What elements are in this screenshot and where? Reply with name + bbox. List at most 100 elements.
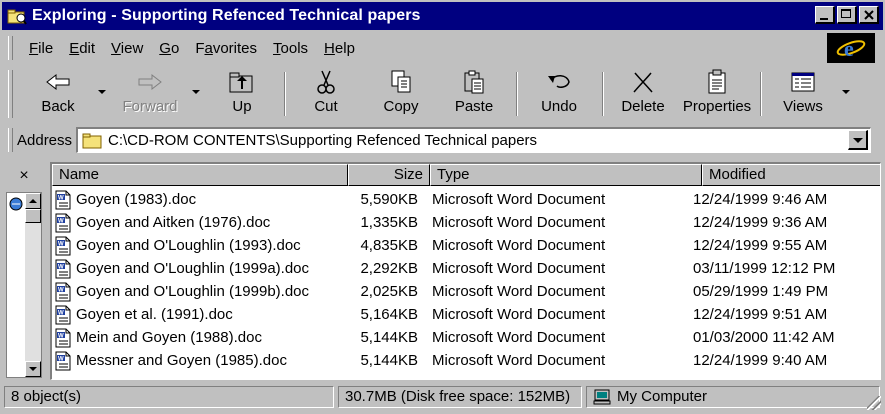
window-title: Exploring - Supporting Refenced Technica… bbox=[32, 7, 421, 24]
title-bar[interactable]: Exploring - Supporting Refenced Technica… bbox=[2, 2, 883, 30]
toolbar-grip[interactable] bbox=[8, 70, 13, 118]
copy-label: Copy bbox=[383, 98, 419, 115]
status-disk-space-text: 30.7MB (Disk free space: 152MB) bbox=[345, 388, 571, 405]
file-name: Goyen and Aitken (1976).doc bbox=[76, 214, 271, 231]
menu-tools[interactable]: Tools bbox=[265, 40, 316, 57]
menu-help[interactable]: Help bbox=[316, 40, 363, 57]
close-button[interactable] bbox=[859, 6, 879, 24]
file-name: Mein and Goyen (1988).doc bbox=[76, 329, 262, 346]
back-dropdown-icon[interactable] bbox=[98, 90, 106, 94]
standard-toolbar: Back Forward Up Cut Copy Paste Undo Dele… bbox=[2, 66, 883, 122]
desktop-icon bbox=[9, 197, 23, 211]
status-location: My Computer bbox=[586, 386, 880, 408]
menu-view[interactable]: View bbox=[103, 40, 151, 57]
address-input[interactable]: C:\CD-ROM CONTENTS\Supporting Refenced T… bbox=[76, 127, 871, 153]
column-header-type[interactable]: Type bbox=[430, 164, 702, 186]
status-location-text: My Computer bbox=[617, 388, 708, 405]
back-button[interactable]: Back bbox=[24, 68, 92, 120]
clipboard-paste-icon bbox=[464, 70, 484, 94]
file-row[interactable]: W Goyen and Aitken (1976).doc 1,335KB Micro… bbox=[52, 211, 880, 234]
views-label: Views bbox=[783, 98, 823, 115]
file-modified: 12/24/1999 9:51 AM bbox=[693, 306, 828, 323]
copy-button[interactable]: Copy bbox=[372, 68, 430, 120]
column-headers: Name Size Type Modified bbox=[52, 164, 880, 186]
maximize-icon bbox=[841, 9, 851, 18]
views-dropdown-icon[interactable] bbox=[842, 90, 850, 94]
maximize-button[interactable] bbox=[837, 6, 857, 24]
svg-text:W: W bbox=[58, 356, 64, 362]
file-row[interactable]: W Goyen (1983).doc 5,590KB Microsoft Word D… bbox=[52, 188, 880, 211]
address-label: Address bbox=[17, 131, 73, 149]
column-header-name[interactable]: Name bbox=[52, 164, 348, 186]
menu-file[interactable]: File bbox=[21, 40, 61, 57]
resize-grip[interactable] bbox=[867, 396, 881, 410]
menu-favorites[interactable]: Favorites bbox=[187, 40, 265, 57]
word-document-icon: W bbox=[55, 282, 71, 301]
address-bar: Address C:\CD-ROM CONTENTS\Supporting Re… bbox=[2, 124, 883, 156]
column-header-modified[interactable]: Modified bbox=[702, 164, 880, 186]
address-value: C:\CD-ROM CONTENTS\Supporting Refenced T… bbox=[108, 132, 538, 149]
cut-button[interactable]: Cut bbox=[298, 68, 354, 120]
svg-text:W: W bbox=[58, 218, 64, 224]
forward-dropdown-icon[interactable] bbox=[192, 90, 200, 94]
views-button[interactable]: Views bbox=[774, 68, 832, 120]
undo-button[interactable]: Undo bbox=[530, 68, 588, 120]
folders-pane-close-button[interactable]: × bbox=[8, 164, 40, 188]
folder-tree[interactable] bbox=[6, 192, 42, 378]
up-button[interactable]: Up bbox=[214, 68, 270, 120]
toolbar-separator bbox=[516, 72, 518, 116]
status-object-count-text: 8 object(s) bbox=[11, 388, 82, 405]
views-list-icon bbox=[791, 72, 815, 92]
file-list[interactable]: Name Size Type Modified W Goyen (1983).do… bbox=[50, 162, 881, 380]
menu-go[interactable]: Go bbox=[151, 40, 187, 57]
file-name: Goyen and O'Loughlin (1999a).doc bbox=[76, 260, 310, 277]
scroll-up-button[interactable] bbox=[25, 193, 41, 209]
column-header-size[interactable]: Size bbox=[348, 164, 430, 186]
copy-icon bbox=[391, 70, 411, 93]
file-size: 1,335KB bbox=[360, 214, 418, 231]
address-grip[interactable] bbox=[8, 128, 13, 152]
file-type: Microsoft Word Document bbox=[432, 237, 606, 254]
file-row[interactable]: W Mein and Goyen (1988).doc 5,144KB Microso… bbox=[52, 326, 880, 349]
svg-text:W: W bbox=[58, 241, 64, 247]
menu-edit[interactable]: Edit bbox=[61, 40, 103, 57]
menu-grip[interactable] bbox=[8, 36, 13, 60]
file-row[interactable]: W Goyen et al. (1991).doc 5,164KB Microsoft… bbox=[52, 303, 880, 326]
scroll-down-button[interactable] bbox=[25, 361, 41, 377]
explorer-folder-icon bbox=[7, 9, 27, 25]
close-icon bbox=[864, 10, 874, 20]
file-type: Microsoft Word Document bbox=[432, 214, 606, 231]
file-row[interactable]: W Goyen and O'Loughlin (1999a).doc 2,292KB… bbox=[52, 257, 880, 280]
file-row[interactable]: W Goyen and O'Loughlin (1999b).doc 2,025KB… bbox=[52, 280, 880, 303]
svg-text:W: W bbox=[58, 310, 64, 316]
file-name-cell: W Goyen and O'Loughlin (1993).doc bbox=[52, 236, 346, 256]
svg-text:W: W bbox=[58, 287, 64, 293]
delete-button[interactable]: Delete bbox=[614, 68, 672, 120]
toolbar-separator bbox=[284, 72, 286, 116]
file-size: 5,164KB bbox=[360, 306, 418, 323]
minimize-icon bbox=[820, 18, 828, 20]
file-type: Microsoft Word Document bbox=[432, 352, 606, 369]
address-dropdown-button[interactable] bbox=[848, 130, 868, 150]
file-name-cell: W Goyen and O'Loughlin (1999a).doc bbox=[52, 259, 346, 279]
file-name-cell: W Mein and Goyen (1988).doc bbox=[52, 328, 346, 348]
svg-text:W: W bbox=[58, 264, 64, 270]
menu-bar: File Edit View Go Favorites Tools Help e bbox=[2, 32, 883, 64]
up-label: Up bbox=[232, 98, 252, 115]
status-object-count: 8 object(s) bbox=[4, 386, 334, 408]
word-document-icon: W bbox=[55, 259, 71, 278]
file-name: Goyen (1983).doc bbox=[76, 191, 197, 208]
minimize-button[interactable] bbox=[815, 6, 835, 24]
forward-arrow-icon bbox=[138, 73, 162, 91]
toolbar-separator bbox=[760, 72, 762, 116]
file-row[interactable]: W Messner and Goyen (1985).doc 5,144KB Micr… bbox=[52, 349, 880, 372]
scroll-thumb[interactable] bbox=[25, 209, 41, 223]
paste-button[interactable]: Paste bbox=[444, 68, 504, 120]
undo-label: Undo bbox=[541, 98, 577, 115]
file-modified: 12/24/1999 9:40 AM bbox=[693, 352, 828, 369]
forward-button[interactable]: Forward bbox=[114, 68, 186, 120]
properties-button[interactable]: Properties bbox=[680, 68, 754, 120]
tree-scrollbar[interactable] bbox=[25, 193, 41, 377]
svg-text:W: W bbox=[58, 195, 64, 201]
file-row[interactable]: W Goyen and O'Loughlin (1993).doc 4,835KB M… bbox=[52, 234, 880, 257]
